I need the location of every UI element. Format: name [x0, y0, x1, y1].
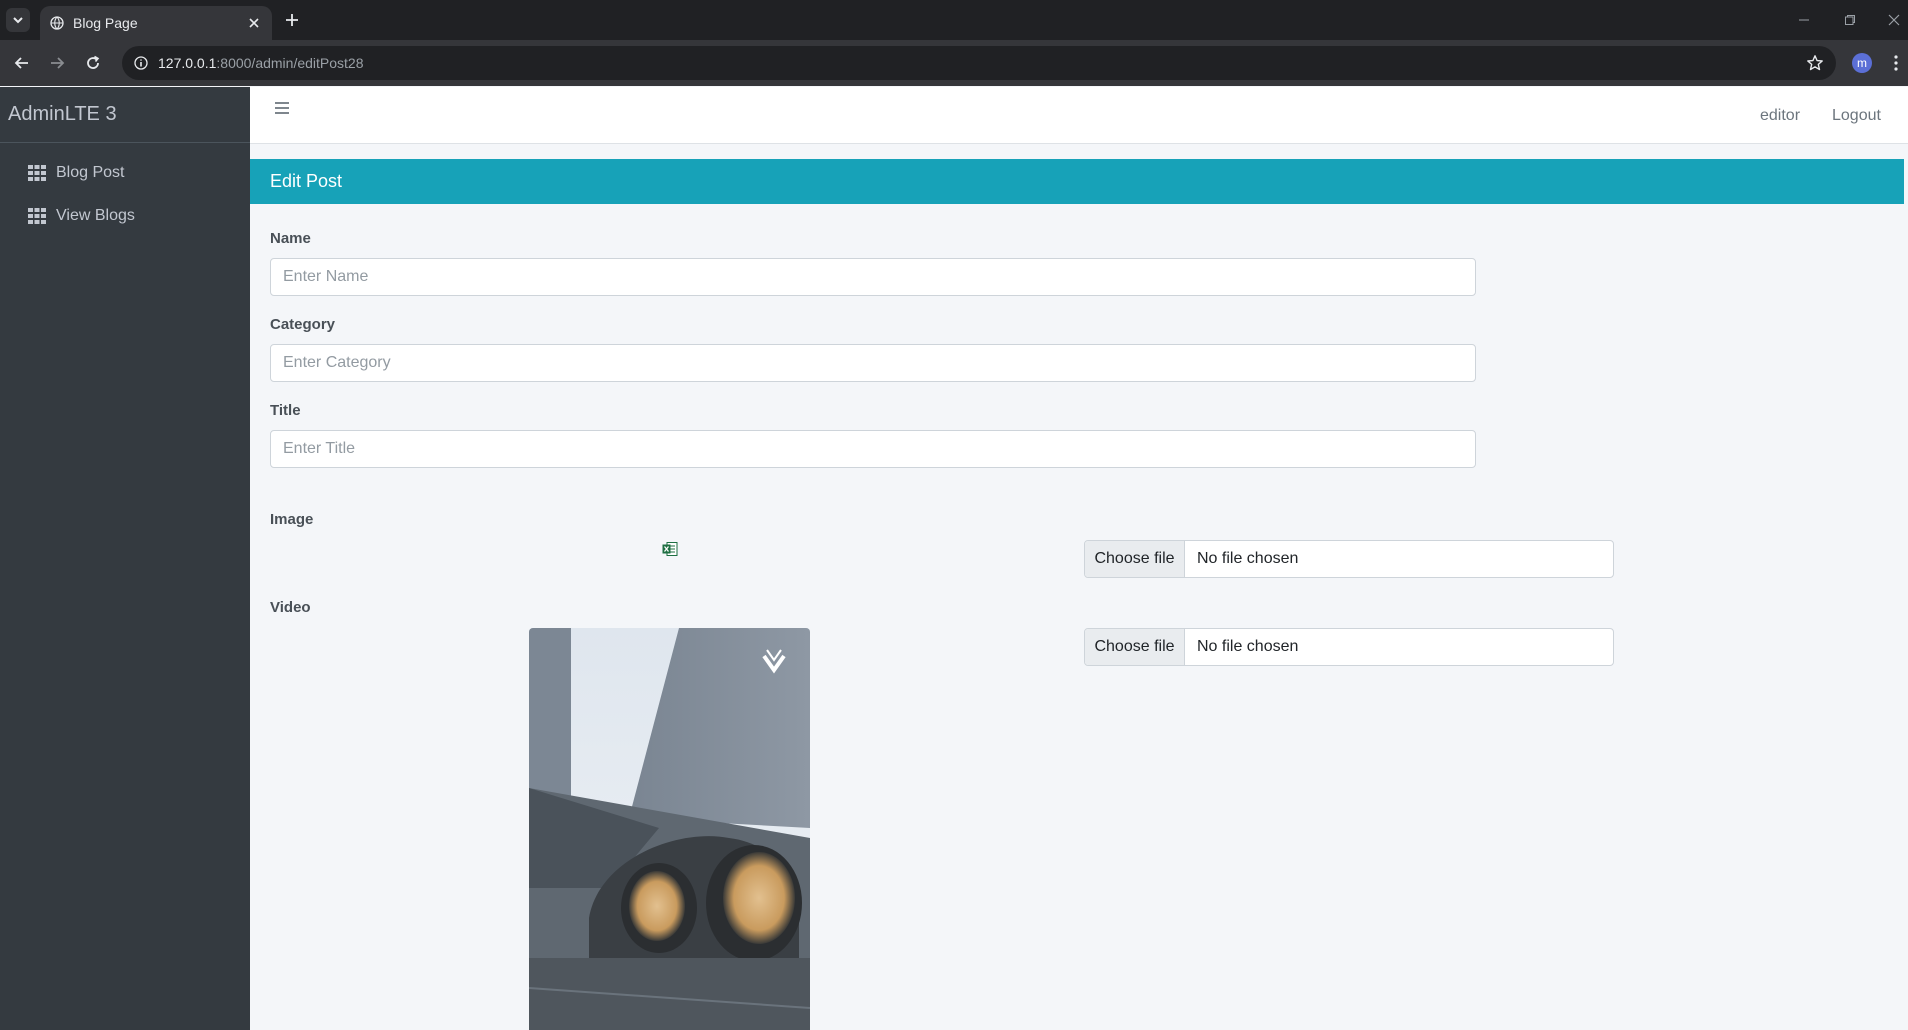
close-tab-icon[interactable]	[246, 15, 262, 31]
image-choose-file-button[interactable]: Choose file	[1085, 541, 1185, 577]
title-label: Title	[270, 402, 301, 419]
sidebar-item-blog-post[interactable]: Blog Post	[0, 151, 250, 194]
image-label: Image	[270, 511, 314, 528]
profile-avatar[interactable]: m	[1852, 53, 1872, 73]
grid-icon	[28, 164, 46, 181]
video-choose-file-button[interactable]: Choose file	[1085, 629, 1185, 665]
sidebar-item-label: View Blogs	[56, 206, 135, 224]
video-file-input[interactable]: Choose file No file chosen	[1084, 628, 1614, 666]
more-options-icon[interactable]	[1888, 52, 1904, 74]
browser-tab-bar: Blog Page	[0, 0, 1908, 40]
address-bar[interactable]: 127.0.0.1:8000/admin/editPost28	[122, 46, 1836, 80]
forward-icon[interactable]	[45, 51, 69, 75]
reload-icon[interactable]	[81, 51, 105, 75]
new-tab-button[interactable]	[280, 8, 304, 32]
image-file-input[interactable]: Choose file No file chosen	[1084, 540, 1614, 578]
title-input[interactable]	[270, 430, 1476, 468]
restore-icon[interactable]	[1840, 10, 1860, 30]
main-content: editor Logout Edit Post Name Category Ti…	[250, 87, 1908, 1030]
close-window-icon[interactable]	[1884, 10, 1904, 30]
grid-icon	[28, 207, 46, 224]
hamburger-menu-icon[interactable]	[274, 101, 292, 119]
browser-tab[interactable]: Blog Page	[40, 6, 272, 40]
globe-icon	[50, 16, 64, 30]
chevron-down-icon	[13, 17, 23, 24]
site-info-icon[interactable]	[134, 56, 148, 70]
video-preview[interactable]	[529, 628, 810, 1030]
browser-toolbar: 127.0.0.1:8000/admin/editPost28 m	[0, 40, 1908, 86]
tab-list-button[interactable]	[6, 8, 30, 32]
category-label: Category	[270, 316, 336, 333]
name-label: Name	[270, 230, 311, 247]
image-file-status: No file chosen	[1197, 550, 1299, 567]
sidebar: AdminLTE 3 Blog Post View Blogs	[0, 87, 250, 1030]
user-link[interactable]: editor	[1760, 107, 1800, 125]
brand-link[interactable]: AdminLTE 3	[0, 87, 250, 143]
broken-image-icon	[662, 541, 678, 557]
bookmark-star-icon[interactable]	[1806, 54, 1824, 77]
sidebar-item-label: Blog Post	[56, 163, 125, 181]
category-input[interactable]	[270, 344, 1476, 382]
logout-link[interactable]: Logout	[1832, 107, 1881, 125]
name-input[interactable]	[270, 258, 1476, 296]
back-icon[interactable]	[10, 51, 34, 75]
card-header: Edit Post	[250, 159, 1904, 204]
video-label: Video	[270, 599, 311, 616]
minimize-icon[interactable]	[1794, 10, 1814, 30]
url-host: 127.0.0.1	[158, 55, 217, 71]
url-path: :8000/admin/editPost28	[216, 55, 364, 71]
video-file-status: No file chosen	[1197, 638, 1299, 655]
url-text: 127.0.0.1:8000/admin/editPost28	[158, 55, 364, 71]
sidebar-item-view-blogs[interactable]: View Blogs	[0, 194, 250, 237]
tab-title: Blog Page	[73, 15, 138, 31]
plus-icon	[286, 14, 298, 26]
top-navbar: editor Logout	[250, 87, 1908, 144]
